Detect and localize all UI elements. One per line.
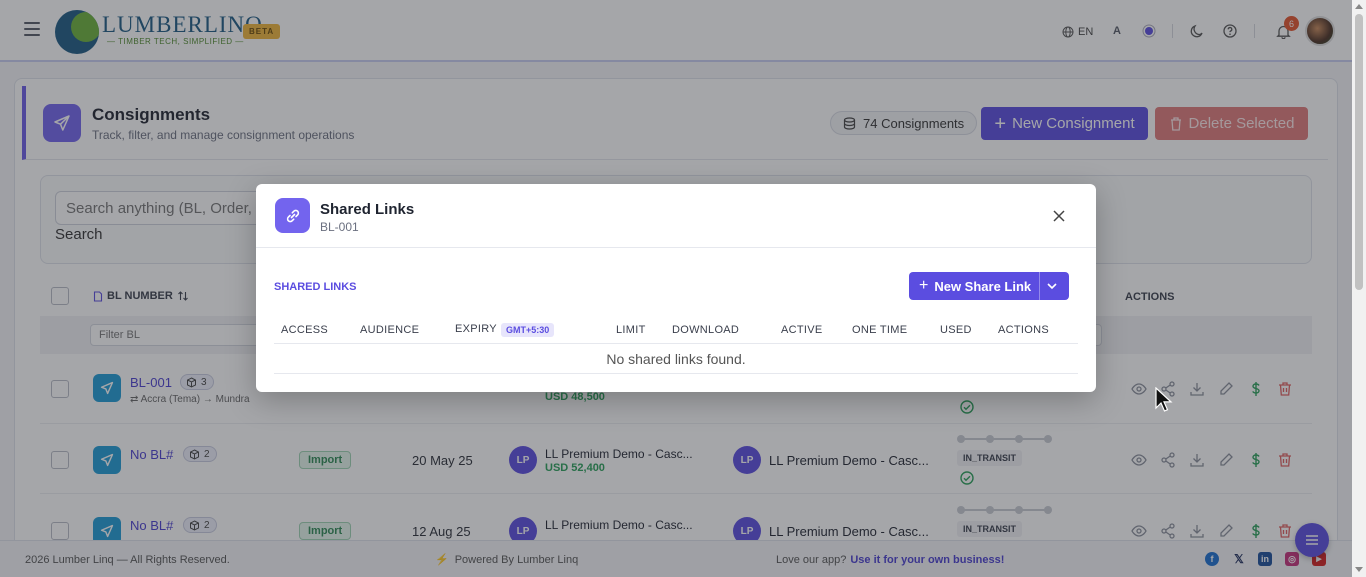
column-header-limit: LIMIT (616, 324, 646, 336)
plus-icon: + (919, 277, 929, 294)
column-header-active: ACTIVE (781, 324, 823, 336)
button-divider (1039, 272, 1040, 300)
column-header-one-time: ONE TIME (852, 324, 908, 336)
scrollbar-thumb[interactable] (1355, 14, 1363, 290)
modal-subtitle: BL-001 (320, 220, 359, 234)
link-icon (275, 198, 310, 233)
column-header-download: DOWNLOAD (672, 324, 740, 336)
shared-links-table-header: ACCESS AUDIENCE EXPIRY GMT+5:30 LIMIT DO… (274, 314, 1078, 344)
new-share-link-label: New Share Link (934, 278, 1032, 294)
column-header-audience: AUDIENCE (360, 324, 420, 336)
page-scrollbar[interactable] (1352, 0, 1366, 577)
mouse-cursor-icon (1155, 387, 1173, 412)
modal-header: Shared Links BL-001 (256, 184, 1096, 248)
new-share-link-button[interactable]: + New Share Link (909, 272, 1069, 300)
scroll-up-arrow-icon[interactable] (1355, 4, 1363, 9)
column-header-access: ACCESS (281, 324, 329, 336)
empty-state-message: No shared links found. (274, 344, 1078, 374)
scroll-down-arrow-icon[interactable] (1355, 567, 1363, 572)
column-header-actions: ACTIONS (998, 324, 1049, 336)
section-title: SHARED LINKS (274, 281, 357, 293)
column-header-used: USED (940, 324, 972, 336)
chevron-down-icon[interactable] (1046, 281, 1058, 291)
close-icon[interactable] (1052, 209, 1066, 223)
column-header-expiry: EXPIRY (455, 323, 497, 335)
modal-title: Shared Links (320, 201, 415, 218)
timezone-badge: GMT+5:30 (501, 323, 555, 337)
shared-links-modal: Shared Links BL-001 SHARED LINKS + New S… (256, 184, 1096, 392)
